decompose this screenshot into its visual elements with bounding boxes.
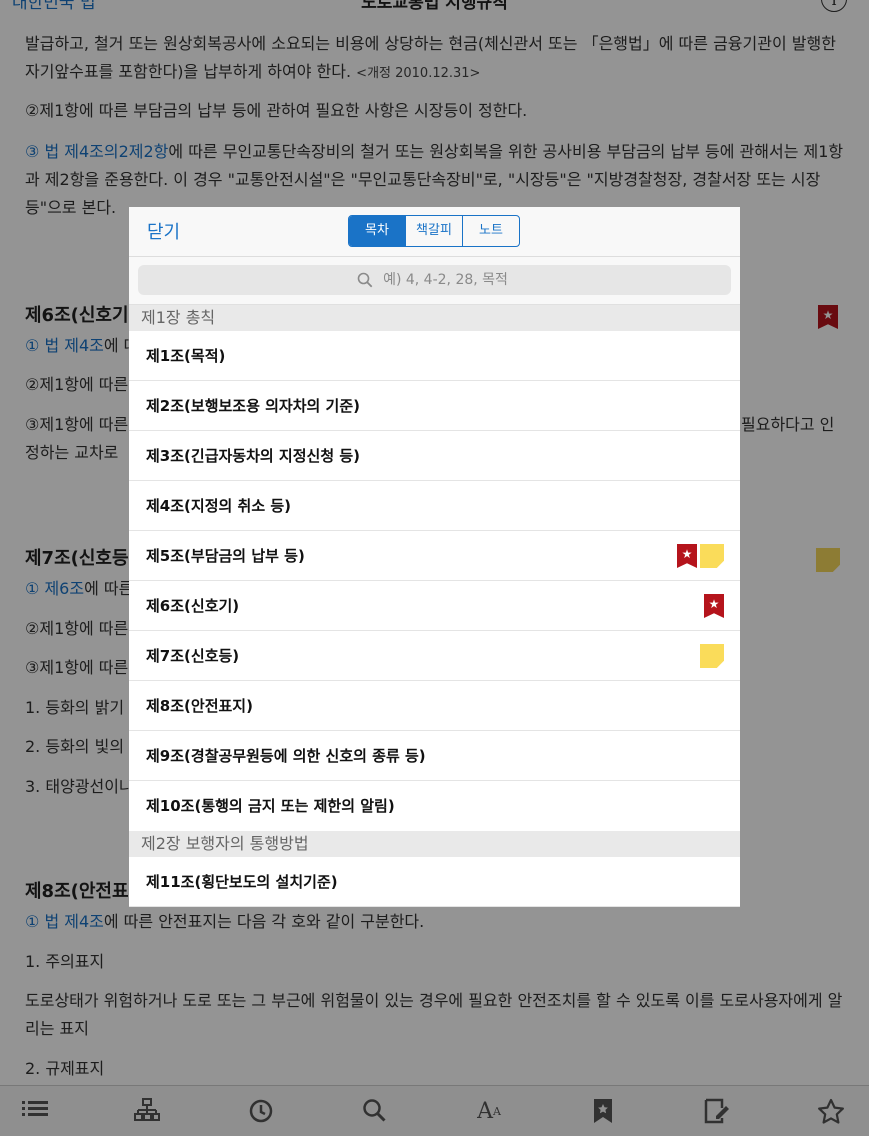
toc-item[interactable]: 제10조(통행의 금지 또는 제한의 알림) (129, 781, 740, 831)
note-icon (700, 644, 724, 668)
toc-item-label: 제5조(부담금의 납부 등) (146, 547, 305, 565)
toc-item-label: 제8조(안전표지) (146, 697, 253, 715)
toc-item[interactable]: 제9조(경찰공무원등에 의한 신호의 종류 등) (129, 731, 740, 781)
bookmark-icon: ★ (677, 544, 697, 568)
toc-item[interactable]: 제8조(안전표지) (129, 681, 740, 731)
note-icon (700, 544, 724, 568)
section-header: 제2장 보행자의 통행방법 (129, 831, 740, 857)
toc-item-label: 제4조(지정의 취소 등) (146, 497, 291, 515)
tab-notes[interactable]: 노트 (463, 216, 519, 246)
toc-item-label: 제7조(신호등) (146, 647, 240, 665)
modal-header: 닫기 목차 책갈피 노트 (129, 207, 740, 257)
toc-modal: 닫기 목차 책갈피 노트 제1장 총칙 제1조(목적) 제2조(보행보조용 의자… (129, 207, 740, 907)
toc-item[interactable]: 제6조(신호기) ★ (129, 581, 740, 631)
search-icon (357, 272, 373, 288)
toc-item[interactable]: 제5조(부담금의 납부 등) ★ (129, 531, 740, 581)
toc-item[interactable]: 제11조(횡단보도의 설치기준) (129, 857, 740, 907)
toc-item-label: 제3조(긴급자동차의 지정신청 등) (146, 447, 360, 465)
item-markers (700, 644, 724, 668)
search-input[interactable] (138, 265, 731, 295)
bookmark-icon: ★ (704, 594, 724, 618)
toc-item[interactable]: 제7조(신호등) (129, 631, 740, 681)
toc-item[interactable]: 제3조(긴급자동차의 지정신청 등) (129, 431, 740, 481)
section-header: 제1장 총칙 (129, 305, 740, 331)
tab-bookmarks[interactable]: 책갈피 (406, 216, 463, 246)
toc-item-label: 제10조(통행의 금지 또는 제한의 알림) (146, 797, 395, 815)
toc-item-label: 제6조(신호기) (146, 597, 240, 615)
search-bar (129, 257, 740, 305)
close-button[interactable]: 닫기 (147, 218, 180, 244)
segmented-control: 목차 책갈피 노트 (348, 215, 520, 247)
item-markers: ★ (704, 594, 724, 618)
tab-toc[interactable]: 목차 (349, 216, 406, 246)
toc-item-label: 제9조(경찰공무원등에 의한 신호의 종류 등) (146, 747, 426, 765)
toc-item[interactable]: 제4조(지정의 취소 등) (129, 481, 740, 531)
toc-item-label: 제2조(보행보조용 의자차의 기준) (146, 397, 360, 415)
toc-item-label: 제11조(횡단보도의 설치기준) (146, 873, 338, 891)
toc-item[interactable]: 제1조(목적) (129, 331, 740, 381)
toc-list[interactable]: 제1장 총칙 제1조(목적) 제2조(보행보조용 의자차의 기준) 제3조(긴급… (129, 305, 740, 907)
item-markers: ★ (677, 544, 724, 568)
toc-item[interactable]: 제2조(보행보조용 의자차의 기준) (129, 381, 740, 431)
toc-item-label: 제1조(목적) (146, 347, 226, 365)
